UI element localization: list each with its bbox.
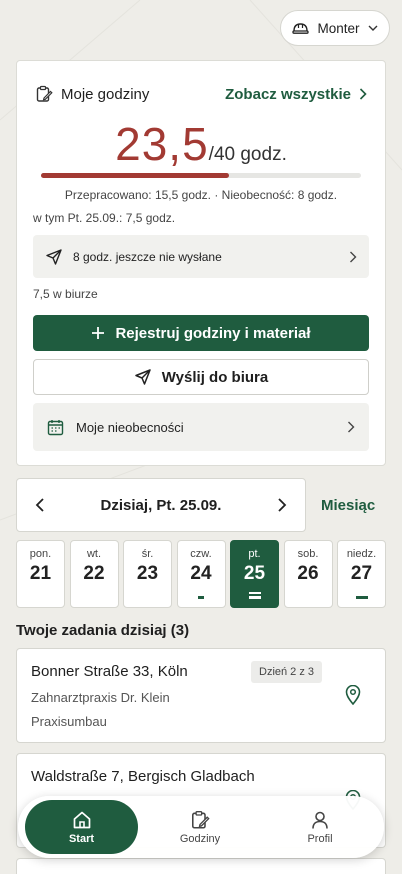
role-label: Monter (317, 20, 360, 36)
today-tasks-title: Twoje zadania dzisiaj (3) (16, 622, 190, 639)
unsent-hours-row[interactable]: 8 godz. jeszcze nie wysłane (33, 235, 369, 278)
day-date: 22 (83, 563, 105, 584)
day-23[interactable]: śr. 23 (123, 540, 172, 608)
day-name: czw. (190, 548, 212, 560)
see-all-label: Zobacz wszystkie (225, 85, 351, 103)
calendar-icon (47, 419, 64, 435)
office-hours-note: 7,5 w biurze (33, 287, 98, 301)
day-date: 23 (136, 563, 159, 584)
hours-target: /40 godz. (208, 144, 287, 165)
task-card[interactable]: Bonner Straße 33, Köln Dzień 2 z 3 Zahna… (16, 648, 386, 743)
location-pin-icon[interactable] (345, 685, 361, 705)
task-card[interactable] (16, 858, 386, 874)
day-name: śr. (141, 548, 154, 560)
nav-hours-label: Godziny (179, 832, 221, 845)
nav-start[interactable]: Start (25, 800, 138, 854)
task-project: Praxisumbau (31, 714, 107, 729)
send-icon (46, 248, 62, 265)
previous-day-button[interactable] (35, 497, 45, 513)
day-name: pon. (29, 548, 52, 560)
current-date-label: Dzisiaj, Pt. 25.09. (100, 496, 222, 514)
register-hours-button[interactable]: Rejestruj godziny i materiał (33, 315, 369, 351)
month-view-link[interactable]: Miesiąc (321, 497, 375, 514)
task-day-badge: Dzień 2 z 3 (251, 661, 323, 683)
day-24[interactable]: czw. 24 (176, 540, 226, 608)
clipboard-edit-icon (192, 810, 210, 829)
day-21[interactable]: pon. 21 (16, 540, 65, 608)
hours-worked: 23,5 (115, 118, 209, 170)
day-name: niedz. (346, 548, 377, 560)
hours-summary: Przepracowano: 15,5 godz. · Nieobecność:… (64, 188, 338, 202)
hours-progress-bar (41, 173, 361, 178)
unsent-hours-label: 8 godz. jeszcze nie wysłane (73, 249, 222, 264)
day-hours-marker (248, 592, 261, 594)
hours-progress-fill (41, 173, 229, 178)
bottom-navigation: Start Godziny Profil (18, 796, 384, 858)
day-name: sob. (297, 548, 319, 560)
my-absences-label: Moje nieobecności (76, 419, 184, 435)
nav-hours[interactable]: Godziny (154, 796, 246, 858)
hours-card: Moje godziny Zobacz wszystkie 23,5/40 go… (16, 60, 386, 466)
date-navigator: Dzisiaj, Pt. 25.09. (16, 478, 306, 532)
home-icon (73, 811, 90, 828)
day-name: pt. (248, 548, 261, 560)
plus-icon (92, 327, 105, 339)
chevron-right-icon (359, 88, 367, 100)
role-selector[interactable]: Monter (280, 10, 390, 46)
nav-profile[interactable]: Profil (274, 796, 366, 858)
day-name: wt. (86, 548, 102, 560)
day-27[interactable]: niedz. 27 (337, 540, 386, 608)
my-absences-row[interactable]: Moje nieobecności (33, 403, 369, 451)
hours-title: Moje godziny (61, 85, 150, 103)
next-day-button[interactable] (277, 497, 287, 513)
send-to-office-button[interactable]: Wyślij do biura (33, 359, 369, 395)
chevron-right-icon (350, 251, 357, 262)
nav-start-label: Start (68, 832, 95, 845)
send-icon (135, 369, 151, 385)
week-strip: pon. 21 wt. 22 śr. 23 czw. 24 pt. 25 sob. 26 niedz. 2… (16, 540, 386, 608)
chevron-down-icon (368, 25, 378, 31)
chevron-right-icon (348, 421, 355, 433)
nav-profile-label: Profil (307, 832, 333, 845)
see-all-link[interactable]: Zobacz wszystkie (225, 86, 367, 103)
day-date: 25 (243, 563, 266, 584)
day-date: 24 (190, 563, 212, 584)
day-26[interactable]: sob. 26 (283, 540, 333, 608)
day-hours-marker (355, 596, 368, 599)
task-client: Zahnarztpraxis Dr. Klein (31, 690, 170, 705)
user-icon (312, 811, 328, 829)
today-hours-note: w tym Pt. 25.09.: 7,5 godz. (33, 211, 176, 225)
clipboard-edit-icon (36, 85, 53, 102)
day-25[interactable]: pt. 25 (230, 540, 279, 608)
task-address: Bonner Straße 33, Köln (31, 663, 188, 680)
register-hours-label: Rejestruj godziny i materiał (115, 324, 311, 342)
hard-hat-icon (292, 23, 310, 34)
send-to-office-label: Wyślij do biura (161, 368, 269, 386)
day-hours-marker (198, 596, 204, 599)
hours-total: 23,5/40 godz. (17, 117, 385, 171)
day-date: 26 (297, 563, 319, 584)
day-hours-marker (248, 596, 261, 599)
day-22[interactable]: wt. 22 (69, 540, 119, 608)
task-address: Waldstraße 7, Bergisch Gladbach (31, 768, 255, 785)
day-date: 27 (350, 563, 373, 584)
day-date: 21 (29, 563, 52, 584)
